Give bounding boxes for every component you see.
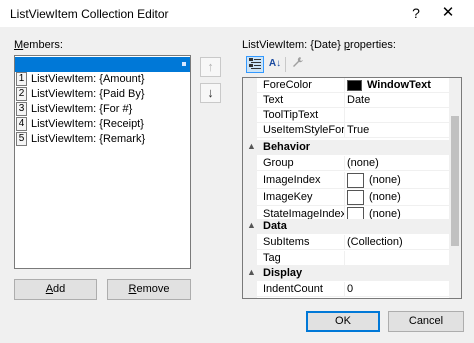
column-divider [344, 251, 345, 266]
members-list[interactable]: 1 ListViewItem: {Amount} 2 ListViewItem:… [14, 55, 191, 269]
window-title: ListViewItem Collection Editor [10, 7, 169, 21]
property-row-imagekey[interactable]: ImageKey (none) [243, 189, 449, 206]
property-value[interactable]: (none) [347, 157, 379, 169]
list-item[interactable] [15, 57, 190, 72]
property-value[interactable]: 0 [347, 283, 353, 295]
property-name: Group [263, 157, 294, 169]
property-name: ImageIndex [263, 174, 321, 186]
item-index: 3 [16, 102, 27, 116]
property-value[interactable]: WindowText [367, 79, 431, 91]
property-row-imageindex[interactable]: ImageIndex (none) [243, 172, 449, 189]
property-row-text[interactable]: Text Date [243, 93, 449, 108]
property-row-group[interactable]: Group (none) [243, 156, 449, 171]
item-index: 1 [16, 72, 27, 86]
property-pages-icon[interactable] [289, 56, 307, 73]
collapse-icon[interactable]: ▲ [247, 267, 256, 277]
property-value[interactable]: True [347, 124, 369, 136]
property-row-tooltiptext[interactable]: ToolTipText [243, 108, 449, 123]
property-name: Tag [263, 252, 281, 264]
list-item[interactable]: 4 ListViewItem: {Receipt} [15, 117, 190, 132]
list-item[interactable]: 5 ListViewItem: {Remark} [15, 132, 190, 147]
remove-button[interactable]: Remove [107, 279, 191, 300]
property-row-indentcount[interactable]: IndentCount 0 [243, 282, 449, 297]
category-display[interactable]: ▲ Display [243, 266, 449, 281]
category-name: Behavior [263, 141, 311, 153]
property-name: ImageKey [263, 191, 313, 203]
column-divider [344, 93, 345, 108]
add-button[interactable]: Add [14, 279, 97, 300]
toolbar-divider [285, 57, 286, 72]
move-down-button[interactable]: ↓ [200, 83, 221, 103]
image-swatch [347, 173, 364, 188]
item-label: ListViewItem: {Amount} [31, 73, 145, 85]
item-label: ListViewItem: {Paid By} [31, 88, 145, 100]
column-divider [344, 123, 345, 138]
item-index: 5 [16, 132, 27, 146]
close-button[interactable]: ✕ [432, 3, 464, 23]
column-divider [344, 172, 345, 189]
color-swatch [347, 80, 362, 91]
property-name: ForeColor [263, 79, 312, 91]
item-index: 2 [16, 87, 27, 101]
property-value[interactable]: Date [347, 94, 370, 106]
property-name: UseItemStyleForSu [263, 124, 345, 136]
property-toolbar: A↓ [242, 55, 462, 75]
item-label: ListViewItem: {Remark} [31, 133, 146, 145]
ok-button[interactable]: OK [306, 311, 380, 332]
category-behavior[interactable]: ▲ Behavior [243, 140, 449, 155]
property-name: SubItems [263, 236, 310, 248]
column-divider [344, 235, 345, 250]
property-name: ToolTipText [263, 109, 319, 121]
list-item[interactable]: 3 ListViewItem: {For #} [15, 102, 190, 117]
collapse-icon[interactable]: ▲ [247, 220, 256, 230]
item-label: ListViewItem: {Receipt} [31, 118, 144, 130]
column-divider [344, 108, 345, 123]
property-row-forecolor[interactable]: ForeColor WindowText [243, 78, 449, 93]
column-divider [344, 189, 345, 206]
column-divider [344, 78, 345, 93]
property-value[interactable]: (Collection) [347, 236, 403, 248]
categorized-icon [249, 58, 261, 69]
properties-label: ListViewItem: {Date} properties: [242, 39, 396, 51]
categorized-icon[interactable] [246, 56, 264, 73]
cancel-button[interactable]: Cancel [388, 311, 464, 332]
property-row-useitemstyle[interactable]: UseItemStyleForSu True [243, 123, 449, 138]
category-name: Display [263, 267, 303, 279]
members-label: Members: [14, 39, 63, 51]
column-divider [344, 282, 345, 297]
collapse-icon[interactable]: ▲ [247, 141, 256, 151]
list-item[interactable]: 1 ListViewItem: {Amount} [15, 72, 190, 87]
category-name: Data [263, 220, 287, 232]
category-data[interactable]: ▲ Data [243, 219, 449, 234]
property-name: Text [263, 94, 284, 106]
property-value[interactable]: (none) [369, 191, 401, 203]
move-up-button[interactable]: ↑ [200, 57, 221, 77]
scrollbar-thumb[interactable] [451, 116, 459, 246]
alphabetical-icon[interactable]: A↓ [266, 56, 284, 73]
item-label: ListViewItem: {For #} [31, 103, 133, 115]
property-row-tag[interactable]: Tag [243, 251, 449, 266]
property-grid[interactable]: ForeColor WindowText Text Date ToolTipTe… [242, 77, 462, 299]
property-name: IndentCount [263, 283, 323, 295]
grid-scrollbar[interactable] [449, 78, 461, 298]
help-button[interactable]: ? [405, 3, 427, 23]
property-value[interactable]: (none) [369, 174, 401, 186]
list-item[interactable]: 2 ListViewItem: {Paid By} [15, 87, 190, 102]
wrench-icon [293, 57, 303, 67]
image-swatch [347, 190, 364, 205]
property-row-subitems[interactable]: SubItems (Collection) [243, 235, 449, 250]
item-index: 4 [16, 117, 27, 131]
column-divider [344, 156, 345, 171]
